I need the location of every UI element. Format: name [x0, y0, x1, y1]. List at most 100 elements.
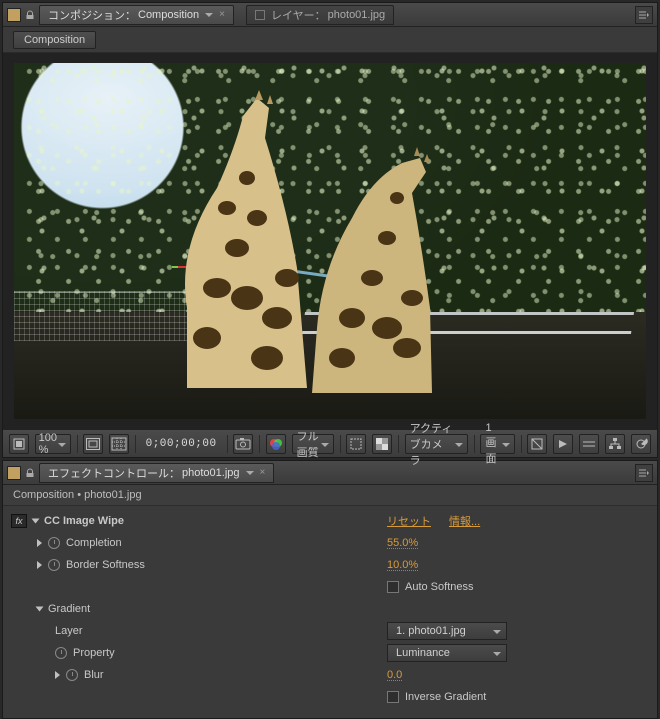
param-label: Blur — [84, 669, 104, 681]
resolution-value: フル画質 — [297, 428, 319, 460]
timeline-button[interactable] — [579, 434, 599, 454]
panel-menu-button[interactable] — [635, 464, 653, 482]
chevron-down-icon[interactable] — [205, 13, 213, 17]
tab-effect-name: photo01.jpg — [182, 467, 240, 479]
disclosure-triangle-icon[interactable] — [37, 539, 42, 547]
border-softness-value[interactable]: 10.0% — [387, 559, 418, 571]
chevron-down-icon — [321, 443, 329, 447]
disclosure-triangle-icon[interactable] — [55, 671, 60, 679]
flowchart-bar: Composition — [3, 27, 657, 53]
tab-composition[interactable]: コンポジション： Composition × — [39, 5, 234, 25]
tab-effect-controls[interactable]: エフェクトコントロール： photo01.jpg × — [39, 463, 274, 483]
param-label: Property — [73, 647, 115, 659]
channels-button[interactable] — [266, 434, 286, 454]
chevron-down-icon — [493, 630, 501, 634]
stopwatch-icon[interactable] — [55, 647, 67, 659]
snapshot-button[interactable] — [233, 434, 253, 454]
chevron-down-icon — [493, 652, 501, 656]
property-value: Luminance — [396, 647, 450, 659]
disclosure-triangle-icon[interactable] — [32, 519, 40, 524]
chevron-down-icon — [455, 443, 463, 447]
auto-softness-checkbox[interactable] — [387, 581, 399, 593]
composition-tabbar: コンポジション： Composition × レイヤー： photo01.jpg — [3, 3, 657, 27]
giraffe-image-2 — [292, 138, 462, 398]
resolution-dropdown[interactable]: フル画質 — [292, 434, 334, 454]
param-label: Border Softness — [66, 559, 145, 571]
disclosure-triangle-icon[interactable] — [37, 561, 42, 569]
composition-color-swatch[interactable] — [7, 8, 21, 22]
transparency-grid-button[interactable] — [372, 434, 392, 454]
stopwatch-icon[interactable] — [66, 669, 78, 681]
tab-layer-prefix: レイヤー： — [271, 7, 326, 23]
fast-previews-button[interactable] — [553, 434, 573, 454]
effect-breadcrumb: Composition • photo01.jpg — [3, 485, 657, 506]
chevron-down-icon — [502, 443, 510, 447]
camera-dropdown[interactable]: アクティブカメラ — [405, 434, 468, 454]
flowchart-comp-button[interactable]: Composition — [13, 31, 96, 49]
close-icon[interactable]: × — [260, 467, 266, 478]
close-icon[interactable]: × — [219, 9, 225, 20]
breadcrumb-comp[interactable]: Composition — [13, 489, 74, 501]
param-row-border-softness: Border Softness 10.0% — [7, 554, 653, 576]
breadcrumb-layer[interactable]: photo01.jpg — [84, 489, 142, 501]
layer-dropdown[interactable]: 1. photo01.jpg — [387, 622, 507, 640]
chevron-down-icon[interactable] — [246, 471, 254, 475]
composition-panel: コンポジション： Composition × レイヤー： photo01.jpg… — [2, 2, 658, 458]
param-label: Auto Softness — [405, 581, 474, 593]
about-link[interactable]: 情報... — [449, 513, 480, 529]
panel-menu-button[interactable] — [635, 6, 653, 24]
param-row-completion: Completion 55.0% — [7, 532, 653, 554]
param-row-inverse-gradient: Inverse Gradient — [7, 686, 653, 708]
tab-composition-name: Composition — [138, 9, 199, 21]
viewer-canvas[interactable] — [14, 63, 646, 419]
stopwatch-icon[interactable] — [48, 559, 60, 571]
blur-value[interactable]: 0.0 — [387, 669, 402, 681]
fx-badge-icon[interactable]: fx — [11, 514, 27, 528]
viewer-toolbar: 100 % 0;00;00;00 フル画質 — [3, 429, 657, 457]
zoom-value: 100 % — [39, 432, 57, 456]
views-dropdown[interactable]: 1画面 — [480, 434, 514, 454]
param-label: Layer — [55, 625, 83, 637]
breadcrumb-sep: • — [74, 489, 84, 501]
effect-controls-panel: エフェクトコントロール： photo01.jpg × Composition •… — [2, 460, 658, 719]
param-row-gradient[interactable]: Gradient — [7, 598, 653, 620]
completion-value[interactable]: 55.0% — [387, 537, 418, 549]
current-time[interactable]: 0;00;00;00 — [142, 438, 221, 450]
effect-header-row[interactable]: fx CC Image Wipe リセット 情報... — [7, 510, 653, 532]
param-row-blur: Blur 0.0 — [7, 664, 653, 686]
always-preview-button[interactable] — [9, 434, 29, 454]
zoom-dropdown[interactable]: 100 % — [35, 434, 71, 454]
reset-link[interactable]: リセット — [387, 513, 431, 529]
flowchart-label: Composition — [24, 34, 85, 46]
effect-color-swatch[interactable] — [7, 466, 21, 480]
views-value: 1画面 — [485, 422, 499, 466]
camera-value: アクティブカメラ — [410, 420, 453, 468]
tab-layer-name: photo01.jpg — [328, 9, 386, 21]
tab-effect-prefix: エフェクトコントロール： — [48, 465, 180, 481]
param-label: Gradient — [48, 603, 90, 615]
roi-button[interactable] — [346, 434, 366, 454]
effect-list: fx CC Image Wipe リセット 情報... Completion 5… — [3, 506, 657, 718]
param-row-auto-softness: Auto Softness — [7, 576, 653, 598]
flowchart-button[interactable] — [605, 434, 625, 454]
param-label: Inverse Gradient — [405, 691, 486, 703]
param-label: Completion — [66, 537, 122, 549]
tab-composition-prefix: コンポジション： — [48, 7, 136, 23]
param-row-layer: Layer 1. photo01.jpg — [7, 620, 653, 642]
effect-name: CC Image Wipe — [44, 515, 124, 527]
lock-icon[interactable] — [23, 8, 37, 22]
inverse-gradient-checkbox[interactable] — [387, 691, 399, 703]
safe-zones-button[interactable] — [83, 434, 103, 454]
grid-mask-button[interactable] — [109, 434, 129, 454]
pixel-aspect-button[interactable] — [527, 434, 547, 454]
stopwatch-icon[interactable] — [48, 537, 60, 549]
effect-controls-tabbar: エフェクトコントロール： photo01.jpg × — [3, 461, 657, 485]
exposure-button[interactable] — [631, 434, 651, 454]
lock-icon[interactable] — [23, 466, 37, 480]
layer-value: 1. photo01.jpg — [396, 625, 466, 637]
layer-tab-swatch — [255, 10, 265, 20]
tab-layer[interactable]: レイヤー： photo01.jpg — [246, 5, 394, 25]
property-dropdown[interactable]: Luminance — [387, 644, 507, 662]
composition-viewer[interactable] — [3, 53, 657, 429]
disclosure-triangle-icon[interactable] — [36, 607, 44, 612]
